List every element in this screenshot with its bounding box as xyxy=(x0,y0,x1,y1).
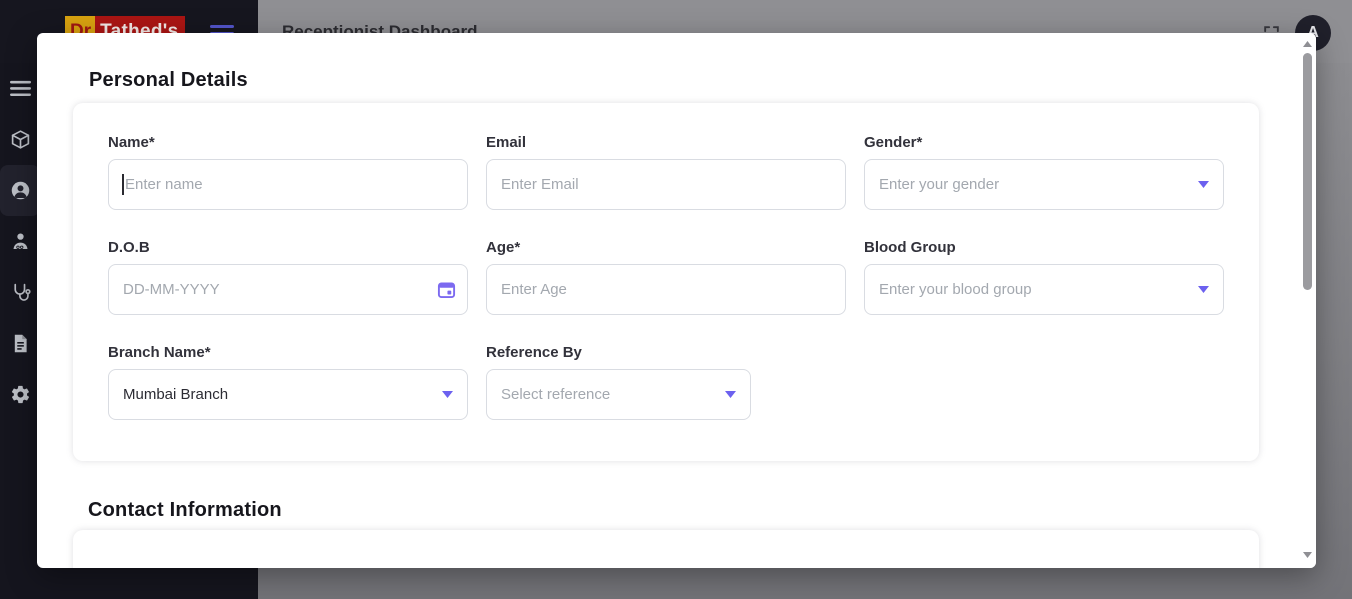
email-field: Email xyxy=(486,135,846,219)
sidebar-item-menu[interactable] xyxy=(0,63,40,114)
branch-selected-value: Mumbai Branch xyxy=(123,386,228,403)
sidebar-item-settings[interactable] xyxy=(0,369,40,420)
scrollbar-thumb[interactable] xyxy=(1303,53,1312,290)
doctor-icon xyxy=(10,231,31,252)
sidebar-item-treatment[interactable] xyxy=(0,267,40,318)
package-icon xyxy=(10,129,31,150)
document-icon xyxy=(10,333,31,354)
chevron-down-icon xyxy=(725,391,736,398)
section-title-contact-information: Contact Information xyxy=(88,499,282,522)
patient-icon xyxy=(10,180,31,201)
age-field: Age* xyxy=(486,240,846,324)
reference-select[interactable]: Select reference xyxy=(486,369,751,420)
gender-placeholder: Enter your gender xyxy=(879,176,999,193)
age-label: Age* xyxy=(486,240,846,255)
reference-label: Reference By xyxy=(486,345,846,360)
blood-group-field: Blood Group Enter your blood group xyxy=(864,240,1224,324)
name-field: Name* xyxy=(108,135,468,219)
add-patient-modal: Personal Details Name* Email Gender* Ent… xyxy=(37,33,1316,568)
sidebar-item-reports[interactable] xyxy=(0,318,40,369)
reference-placeholder: Select reference xyxy=(501,386,610,403)
chevron-down-icon xyxy=(442,391,453,398)
blood-group-select[interactable]: Enter your blood group xyxy=(864,264,1224,315)
branch-field: Branch Name* Mumbai Branch xyxy=(108,345,468,429)
branch-select[interactable]: Mumbai Branch xyxy=(108,369,468,420)
empty-grid-cell xyxy=(864,345,1224,429)
stethoscope-icon xyxy=(10,282,31,303)
settings-icon xyxy=(10,384,31,405)
sidebar-item-packages[interactable] xyxy=(0,114,40,165)
gender-select[interactable]: Enter your gender xyxy=(864,159,1224,210)
sidebar-item-patients[interactable] xyxy=(0,165,40,216)
chevron-down-icon xyxy=(1198,181,1209,188)
modal-scrollbar xyxy=(1299,33,1316,568)
dob-input[interactable] xyxy=(108,264,468,315)
age-input[interactable] xyxy=(486,264,846,315)
name-label: Name* xyxy=(108,135,468,150)
reference-field: Reference By Select reference xyxy=(486,345,846,429)
dob-field: D.O.B xyxy=(108,240,468,324)
email-label: Email xyxy=(486,135,846,150)
blood-group-label: Blood Group xyxy=(864,240,1224,255)
calendar-icon[interactable] xyxy=(437,280,456,299)
branch-label: Branch Name* xyxy=(108,345,468,360)
chevron-down-icon xyxy=(1198,286,1209,293)
dob-label: D.O.B xyxy=(108,240,468,255)
section-title-personal-details: Personal Details xyxy=(89,69,248,92)
menu-icon xyxy=(10,78,31,99)
email-input[interactable] xyxy=(486,159,846,210)
contact-information-card xyxy=(73,530,1259,568)
scroll-up-arrow-icon[interactable] xyxy=(1299,37,1316,51)
app-root: Dr Tathed's Receptionist Dashboard A xyxy=(0,0,1352,599)
gender-label: Gender* xyxy=(864,135,1224,150)
gender-field: Gender* Enter your gender xyxy=(864,135,1224,219)
text-caret xyxy=(122,174,124,195)
blood-group-placeholder: Enter your blood group xyxy=(879,281,1032,298)
personal-details-card: Name* Email Gender* Enter your gender D.… xyxy=(73,103,1259,461)
sidebar-item-doctors[interactable] xyxy=(0,216,40,267)
name-input[interactable] xyxy=(108,159,468,210)
scroll-down-arrow-icon[interactable] xyxy=(1299,548,1316,562)
